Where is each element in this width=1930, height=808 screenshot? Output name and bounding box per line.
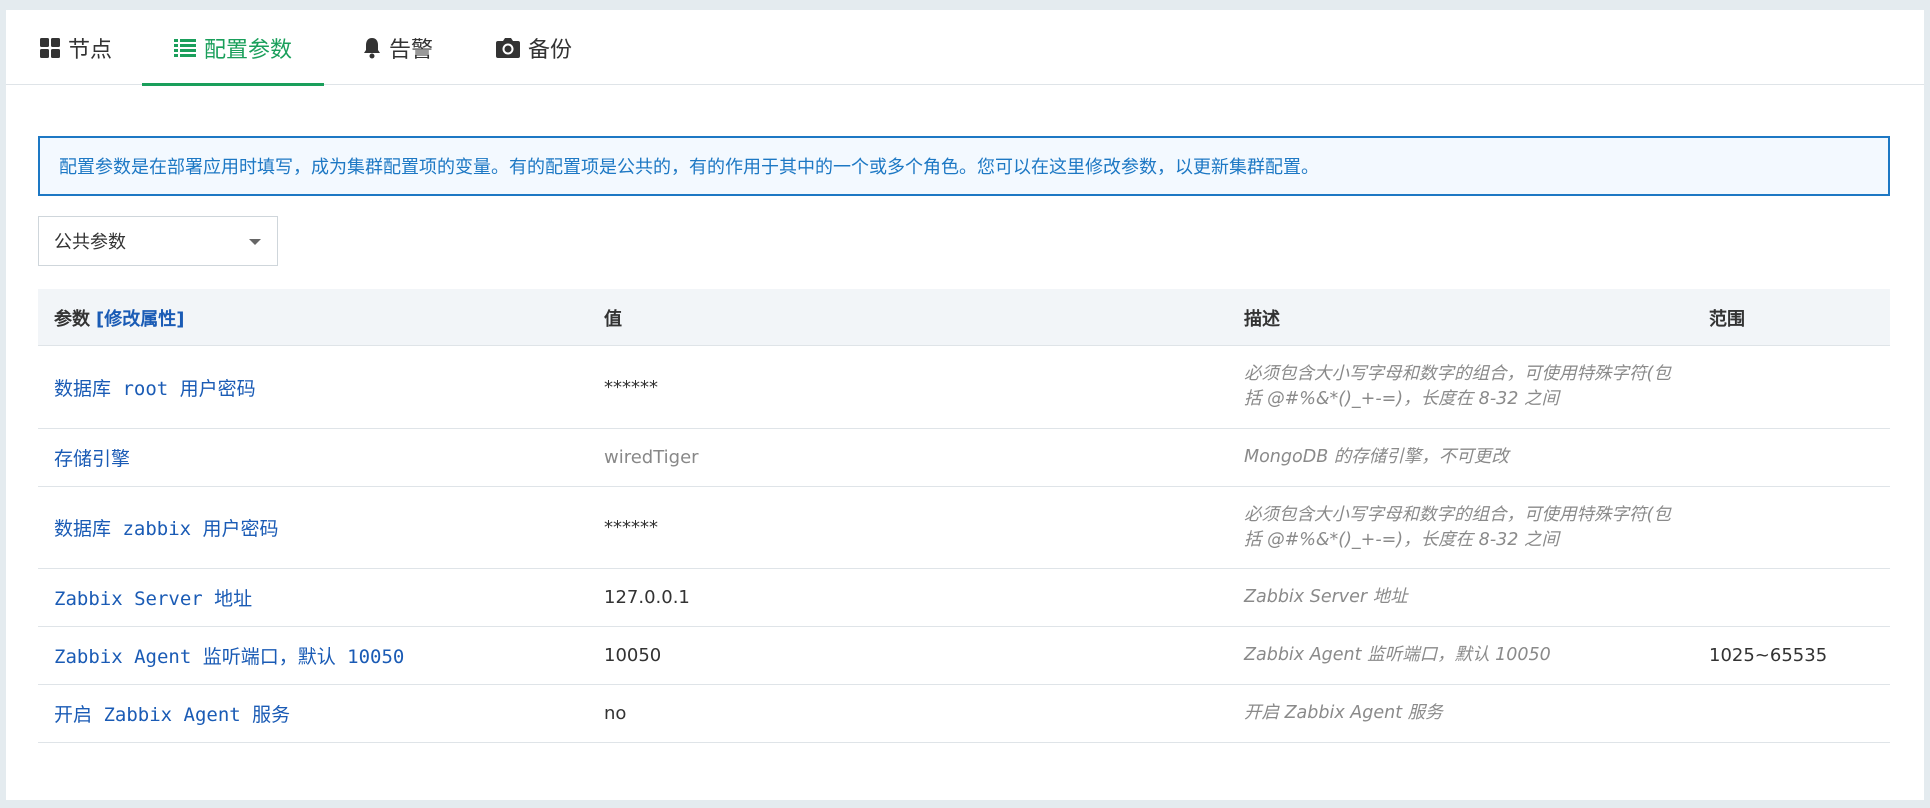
tab-backup[interactable]: 备份 [492, 10, 576, 85]
main-panel: 节点 配置参数 告警 备份 配置参数是在部署应用时填写，成为集群配置项的变量。有… [6, 10, 1924, 800]
header-value: 值 [604, 308, 622, 330]
param-range: 1025~65535 [1709, 645, 1828, 666]
param-value: no [604, 703, 627, 724]
select-value: 公共参数 [54, 232, 126, 253]
param-desc: 必须包含大小写字母和数字的组合，可使用特殊字符(包括 @#%&*()_+-=)，… [1244, 504, 1671, 550]
table-header: 参数 [修改属性] 值 描述 范围 [38, 289, 1890, 346]
info-alert: 配置参数是在部署应用时填写，成为集群配置项的变量。有的配置项是公共的，有的作用于… [38, 136, 1890, 196]
tab-bar: 节点 配置参数 告警 备份 [6, 10, 1924, 86]
param-value: ****** [604, 517, 658, 538]
param-name-link[interactable]: 存储引擎 [54, 444, 130, 471]
header-param-label: 参数 [54, 308, 90, 330]
param-name-link[interactable]: Zabbix Agent 监听端口，默认 10050 [54, 642, 404, 669]
param-value: 10050 [604, 645, 662, 666]
param-value: ****** [604, 376, 658, 398]
list-icon [173, 38, 196, 58]
table-row: 数据库 root 用户密码 ****** 必须包含大小写字母和数字的组合，可使用… [38, 346, 1890, 429]
param-desc: MongoDB 的存储引擎，不可更改 [1244, 447, 1509, 467]
header-param: 参数 [修改属性] [54, 289, 584, 346]
header-range: 范围 [1709, 308, 1745, 330]
param-name-link[interactable]: 开启 Zabbix Agent 服务 [54, 700, 290, 727]
edit-attributes-link[interactable]: [修改属性] [96, 305, 184, 331]
param-desc: Zabbix Agent 监听端口，默认 10050 [1244, 645, 1551, 665]
bell-icon [363, 37, 381, 59]
table-row: 数据库 zabbix 用户密码 ****** 必须包含大小写字母和数字的组合，可… [38, 487, 1890, 569]
param-group-select[interactable]: 公共参数 [38, 216, 278, 266]
table-row: 开启 Zabbix Agent 服务 no 开启 Zabbix Agent 服务 [38, 685, 1890, 743]
param-value: wiredTiger [604, 447, 699, 468]
param-name-link[interactable]: 数据库 root 用户密码 [54, 374, 256, 401]
tab-label: 告警 [388, 37, 433, 63]
param-desc: 开启 Zabbix Agent 服务 [1244, 703, 1443, 723]
tab-label: 备份 [527, 37, 572, 63]
tab-label: 节点 [67, 37, 112, 63]
tab-alarm[interactable]: 告警 [356, 10, 440, 85]
param-name-link[interactable]: Zabbix Server 地址 [54, 584, 252, 611]
param-desc: Zabbix Server 地址 [1244, 587, 1408, 607]
tab-nodes[interactable]: 节点 [36, 10, 116, 85]
params-table: 参数 [修改属性] 值 描述 范围 数据库 root 用户密码 ****** 必… [38, 289, 1890, 743]
tab-config-params[interactable]: 配置参数 [142, 10, 324, 86]
tab-label: 配置参数 [203, 37, 292, 63]
table-row: Zabbix Server 地址 127.0.0.1 Zabbix Server… [38, 569, 1890, 627]
info-text: 配置参数是在部署应用时填写，成为集群配置项的变量。有的配置项是公共的，有的作用于… [59, 157, 1319, 178]
param-desc: 必须包含大小写字母和数字的组合，可使用特殊字符(包括 @#%&*()_+-=)，… [1244, 364, 1671, 409]
camera-icon [495, 37, 520, 58]
grid-icon [39, 37, 60, 58]
header-desc: 描述 [1244, 308, 1280, 330]
caret-down-icon [249, 239, 261, 245]
table-row: Zabbix Agent 监听端口，默认 10050 10050 Zabbix … [38, 627, 1890, 685]
table-row: 存储引擎 wiredTiger MongoDB 的存储引擎，不可更改 [38, 429, 1890, 487]
param-name-link[interactable]: 数据库 zabbix 用户密码 [54, 514, 279, 541]
param-value: 127.0.0.1 [604, 587, 690, 608]
